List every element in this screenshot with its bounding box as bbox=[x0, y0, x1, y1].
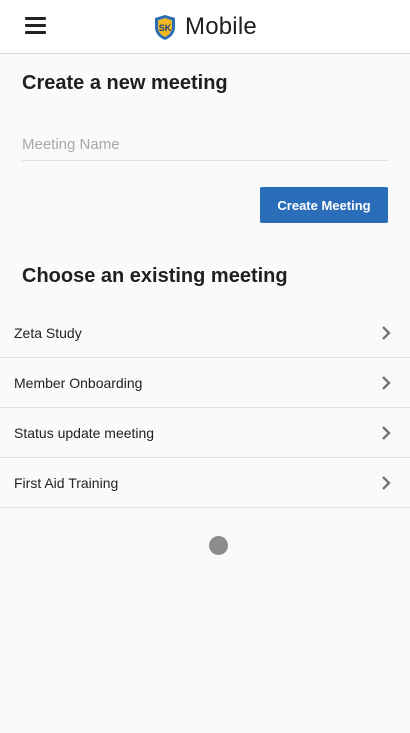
meeting-label: First Aid Training bbox=[14, 474, 119, 491]
meeting-label: Member Onboarding bbox=[14, 374, 143, 391]
sk-shield-logo: SK bbox=[155, 14, 175, 40]
meeting-list-item[interactable]: Status update meeting bbox=[0, 408, 410, 458]
meeting-list-item[interactable]: Zeta Study bbox=[0, 308, 410, 358]
top-app-bar: SK Mobile bbox=[0, 0, 410, 54]
existing-meeting-heading: Choose an existing meeting bbox=[22, 265, 288, 287]
create-meeting-button[interactable]: Create Meeting bbox=[260, 187, 388, 223]
create-meeting-heading: Create a new meeting bbox=[22, 72, 228, 94]
meeting-list-item[interactable]: First Aid Training bbox=[0, 458, 410, 508]
chevron-right-icon bbox=[382, 476, 391, 490]
chevron-right-icon bbox=[382, 376, 391, 390]
meeting-label: Zeta Study bbox=[14, 324, 82, 341]
hamburger-menu-icon[interactable] bbox=[25, 17, 46, 35]
chevron-right-icon bbox=[382, 426, 391, 440]
brand: SK Mobile bbox=[153, 12, 257, 42]
loading-spinner-icon bbox=[209, 536, 228, 555]
meeting-name-input[interactable] bbox=[22, 128, 388, 161]
app-title: Mobile bbox=[185, 13, 257, 40]
svg-text:SK: SK bbox=[159, 23, 172, 33]
meeting-label: Status update meeting bbox=[14, 424, 155, 441]
chevron-right-icon bbox=[382, 326, 391, 340]
meeting-list: Zeta Study Member Onboarding Status upda… bbox=[0, 308, 410, 508]
meeting-list-item[interactable]: Member Onboarding bbox=[0, 358, 410, 408]
